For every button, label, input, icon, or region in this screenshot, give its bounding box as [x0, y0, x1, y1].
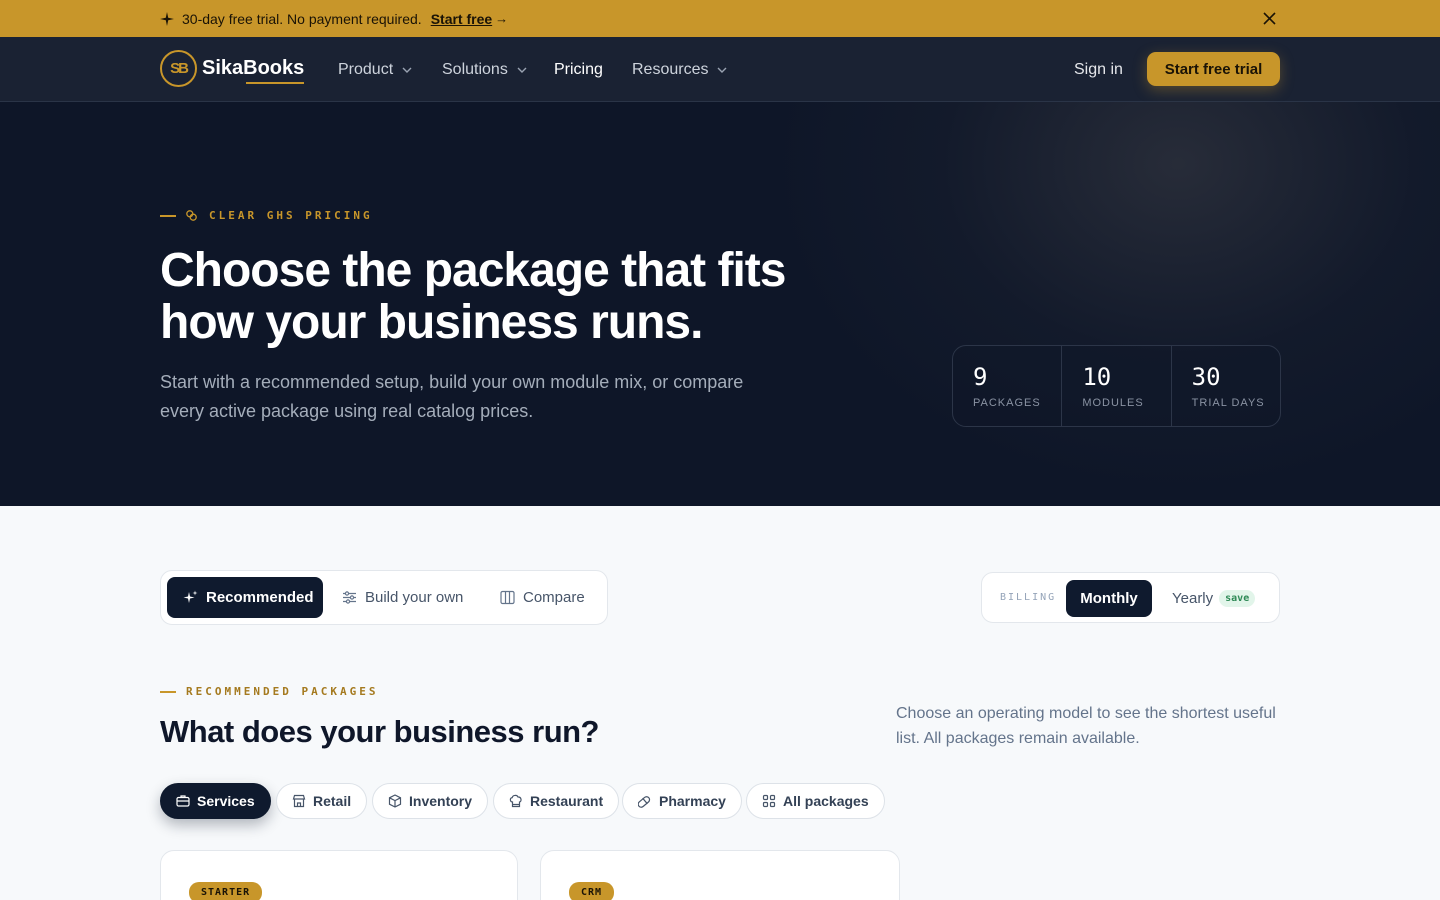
close-icon[interactable] — [1261, 10, 1278, 27]
chip-services[interactable]: Services — [160, 783, 271, 819]
billing-yearly-button[interactable]: Yearly save — [1172, 580, 1272, 617]
logo-text: SikaBooks — [202, 57, 305, 84]
section-title: What does your business run? — [160, 714, 600, 749]
billing-monthly-button[interactable]: Monthly — [1066, 580, 1152, 617]
chip-restaurant[interactable]: Restaurant — [493, 783, 620, 819]
chip-label: Services — [197, 793, 255, 809]
stat-label: TRIAL DAYS — [1191, 397, 1265, 409]
chip-label: Retail — [313, 793, 352, 809]
package-card[interactable]: CRM — [540, 850, 900, 900]
chef-hat-icon — [509, 794, 522, 808]
hero-title: Choose the package that fits how your bu… — [160, 244, 786, 349]
main-nav: SB SikaBooks Product Solutions Pricing R… — [0, 37, 1440, 102]
section-eyebrow-text: RECOMMENDED PACKAGES — [186, 685, 379, 698]
chip-label: Inventory — [409, 793, 473, 809]
hero-eyebrow: CLEAR GHS PRICING — [160, 209, 373, 222]
billing-label: BILLING — [1000, 592, 1057, 603]
billing-option-label: Monthly — [1080, 590, 1138, 607]
chip-label: Pharmacy — [659, 793, 726, 809]
nav-item-label: Product — [338, 60, 394, 78]
nav-item-product[interactable]: Product — [338, 37, 413, 102]
sparkle-icon — [160, 11, 174, 26]
chip-retail[interactable]: Retail — [276, 783, 368, 819]
eyebrow-dash — [160, 214, 176, 217]
stat-label: PACKAGES — [973, 397, 1041, 409]
sign-in-link[interactable]: Sign in — [1074, 37, 1123, 102]
billing-toggle: BILLING Monthly Yearly save — [981, 572, 1280, 623]
logo[interactable]: SB SikaBooks — [160, 50, 305, 87]
mode-compare-button[interactable]: Compare — [500, 577, 600, 618]
nav-item-label: Solutions — [442, 60, 508, 78]
package-card[interactable]: STARTER — [160, 850, 518, 900]
chip-label: Restaurant — [530, 793, 604, 809]
hero-stats: 9 PACKAGES 10 MODULES 30 TRIAL DAYS — [952, 345, 1281, 427]
nav-item-label: Pricing — [554, 60, 603, 78]
pill-icon — [638, 796, 651, 808]
hero-eyebrow-text: CLEAR GHS PRICING — [209, 209, 373, 222]
stat-modules: 10 MODULES — [1062, 346, 1172, 426]
mode-label: Build your own — [365, 589, 464, 606]
start-free-trial-button[interactable]: Start free trial — [1147, 52, 1280, 86]
box-icon — [388, 794, 402, 808]
billing-option-label: Yearly — [1172, 590, 1214, 607]
package-badge: STARTER — [189, 882, 263, 900]
hero-subtitle: Start with a recommended setup, build yo… — [160, 372, 744, 421]
stat-value: 30 — [1191, 363, 1221, 391]
hero-section: CLEAR GHS PRICING Choose the package tha… — [0, 102, 1440, 506]
mode-build-button[interactable]: Build your own — [342, 577, 482, 618]
mode-recommended-button[interactable]: Recommended — [167, 577, 323, 618]
coins-icon — [186, 210, 197, 221]
briefcase-icon — [176, 795, 190, 807]
columns-icon — [500, 590, 515, 605]
nav-item-resources[interactable]: Resources — [632, 37, 728, 102]
stat-value: 10 — [1082, 363, 1112, 391]
announcement-bar: 30-day free trial. No payment required. … — [0, 0, 1440, 37]
mode-label: Compare — [523, 589, 585, 606]
chip-label: All packages — [783, 793, 869, 809]
nav-item-label: Resources — [632, 60, 709, 78]
chevron-down-icon — [717, 67, 727, 73]
announcement-text: 30-day free trial. No payment required. — [182, 10, 422, 27]
chevron-down-icon — [402, 67, 412, 73]
sparkle-icon — [183, 590, 198, 603]
store-icon — [292, 794, 306, 808]
arrow-right-icon: → — [495, 11, 509, 26]
mode-label: Recommended — [206, 589, 314, 606]
nav-item-pricing[interactable]: Pricing — [554, 37, 603, 102]
stat-trial-days: 30 TRIAL DAYS — [1172, 346, 1280, 426]
mode-switcher: Recommended Build your own Compare — [160, 570, 608, 625]
save-badge: save — [1219, 590, 1256, 607]
section-description: Choose an operating model to see the sho… — [896, 705, 1276, 747]
section-eyebrow: RECOMMENDED PACKAGES — [160, 685, 378, 698]
grid-icon — [762, 794, 776, 808]
chip-all-packages[interactable]: All packages — [746, 783, 885, 819]
chevron-down-icon — [517, 67, 527, 73]
chip-pharmacy[interactable]: Pharmacy — [622, 783, 742, 819]
stat-label: MODULES — [1082, 397, 1144, 409]
sliders-icon — [343, 591, 356, 604]
nav-item-solutions[interactable]: Solutions — [442, 37, 528, 102]
stat-value: 9 — [973, 363, 988, 391]
stat-packages: 9 PACKAGES — [953, 346, 1063, 426]
hero-glow — [760, 102, 1440, 502]
logo-mark: SB — [160, 50, 197, 87]
announcement-cta-link[interactable]: Start free — [431, 11, 492, 27]
package-badge: CRM — [569, 882, 615, 900]
eyebrow-dash — [160, 690, 176, 693]
chip-inventory[interactable]: Inventory — [372, 783, 489, 819]
